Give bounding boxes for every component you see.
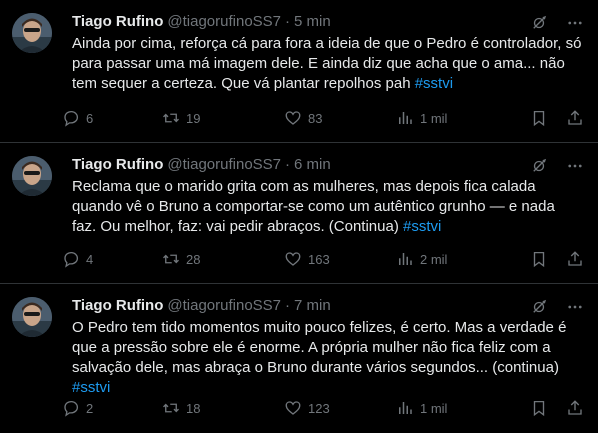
timestamp[interactable]: 7 min bbox=[294, 296, 331, 316]
more-icon[interactable] bbox=[566, 14, 584, 32]
tweet-actions: 2 18 123 1 mil bbox=[62, 398, 584, 418]
views-count: 1 mil bbox=[420, 400, 448, 416]
views-icon bbox=[399, 402, 412, 414]
tweet-actions: 6 19 83 1 mil bbox=[62, 108, 584, 128]
separator: · bbox=[285, 297, 291, 314]
like-icon bbox=[285, 111, 301, 125]
tweet[interactable]: Tiago Rufino @tiagorufinoSS7 · 6 min Rec… bbox=[0, 143, 598, 284]
author-name[interactable]: Tiago Rufino bbox=[72, 12, 163, 32]
avatar[interactable] bbox=[12, 156, 52, 196]
author-handle[interactable]: @tiagorufinoSS7 bbox=[167, 155, 281, 175]
retweet-count: 19 bbox=[186, 110, 201, 126]
tweet-end-actions bbox=[530, 109, 584, 127]
share-icon[interactable] bbox=[566, 109, 584, 127]
tweet-actions: 4 28 163 2 mil bbox=[62, 249, 584, 269]
bookmark-icon[interactable] bbox=[530, 250, 548, 268]
timestamp[interactable]: 6 min bbox=[294, 155, 331, 175]
more-icon[interactable] bbox=[566, 157, 584, 175]
separator: · bbox=[285, 156, 291, 173]
views-button[interactable]: 1 mil bbox=[396, 109, 504, 127]
tweet-text: Ainda por cima, reforça cá para fora a i… bbox=[72, 34, 582, 94]
retweet-count: 18 bbox=[186, 400, 201, 416]
share-icon[interactable] bbox=[566, 250, 584, 268]
grok-icon[interactable] bbox=[530, 298, 548, 316]
grok-icon[interactable] bbox=[530, 157, 548, 175]
separator: · bbox=[285, 13, 291, 30]
author-handle[interactable]: @tiagorufinoSS7 bbox=[167, 296, 281, 316]
tweet-body: Ainda por cima, reforça cá para fora a i… bbox=[72, 35, 582, 92]
author-name[interactable]: Tiago Rufino bbox=[72, 296, 163, 316]
grok-icon[interactable] bbox=[530, 14, 548, 32]
tweet-header: Tiago Rufino @tiagorufinoSS7 · 5 min bbox=[72, 12, 582, 32]
retweet-count: 28 bbox=[186, 251, 201, 267]
retweet-icon bbox=[163, 254, 179, 264]
reply-button[interactable]: 2 bbox=[62, 399, 162, 417]
hashtag-link[interactable]: #sstvi bbox=[403, 218, 441, 235]
retweet-icon bbox=[163, 403, 179, 413]
tweet-end-actions bbox=[530, 399, 584, 417]
retweet-button[interactable]: 19 bbox=[162, 109, 284, 127]
tweet-top-actions bbox=[530, 157, 584, 175]
tweet-header: Tiago Rufino @tiagorufinoSS7 · 6 min bbox=[72, 155, 582, 175]
reply-count: 2 bbox=[86, 400, 94, 416]
reply-icon bbox=[64, 400, 79, 417]
like-button[interactable]: 163 bbox=[284, 250, 396, 268]
tweet[interactable]: Tiago Rufino @tiagorufinoSS7 · 7 min O P… bbox=[0, 284, 598, 433]
like-count: 163 bbox=[308, 251, 330, 267]
like-count: 123 bbox=[308, 400, 330, 416]
reply-count: 6 bbox=[86, 110, 94, 126]
bookmark-icon[interactable] bbox=[530, 109, 548, 127]
author-name[interactable]: Tiago Rufino bbox=[72, 155, 163, 175]
views-button[interactable]: 1 mil bbox=[396, 399, 504, 417]
views-count: 1 mil bbox=[420, 110, 448, 126]
share-icon[interactable] bbox=[566, 399, 584, 417]
views-count: 2 mil bbox=[420, 251, 448, 267]
tweet-top-actions bbox=[530, 298, 584, 316]
tweet-body: O Pedro tem tido momentos muito pouco fe… bbox=[72, 319, 567, 376]
retweet-button[interactable]: 28 bbox=[162, 250, 284, 268]
like-icon bbox=[285, 252, 301, 266]
tweet-body: Reclama que o marido grita com as mulher… bbox=[72, 178, 555, 235]
retweet-icon bbox=[163, 113, 179, 123]
reply-button[interactable]: 6 bbox=[62, 109, 162, 127]
tweet-top-actions bbox=[530, 14, 584, 32]
reply-icon bbox=[64, 110, 79, 127]
reply-count: 4 bbox=[86, 251, 94, 267]
bookmark-icon[interactable] bbox=[530, 399, 548, 417]
views-button[interactable]: 2 mil bbox=[396, 250, 504, 268]
tweet-text: O Pedro tem tido momentos muito pouco fe… bbox=[72, 318, 582, 398]
views-icon bbox=[399, 253, 412, 265]
tweet[interactable]: Tiago Rufino @tiagorufinoSS7 · 5 min Ain… bbox=[0, 0, 598, 143]
like-count: 83 bbox=[308, 110, 323, 126]
hashtag-link[interactable]: #sstvi bbox=[415, 75, 453, 92]
more-icon[interactable] bbox=[566, 298, 584, 316]
timestamp[interactable]: 5 min bbox=[294, 12, 331, 32]
tweet-header: Tiago Rufino @tiagorufinoSS7 · 7 min bbox=[72, 296, 582, 316]
like-icon bbox=[285, 401, 301, 415]
tweet-text: Reclama que o marido grita com as mulher… bbox=[72, 177, 582, 237]
like-button[interactable]: 83 bbox=[284, 109, 396, 127]
avatar[interactable] bbox=[12, 297, 52, 337]
author-handle[interactable]: @tiagorufinoSS7 bbox=[167, 12, 281, 32]
tweet-end-actions bbox=[530, 250, 584, 268]
timeline-feed: Tiago Rufino @tiagorufinoSS7 · 5 min Ain… bbox=[0, 0, 598, 433]
reply-icon bbox=[64, 251, 79, 268]
like-button[interactable]: 123 bbox=[284, 399, 396, 417]
retweet-button[interactable]: 18 bbox=[162, 399, 284, 417]
views-icon bbox=[399, 112, 412, 124]
reply-button[interactable]: 4 bbox=[62, 250, 162, 268]
avatar[interactable] bbox=[12, 13, 52, 53]
hashtag-link[interactable]: #sstvi bbox=[72, 379, 110, 396]
